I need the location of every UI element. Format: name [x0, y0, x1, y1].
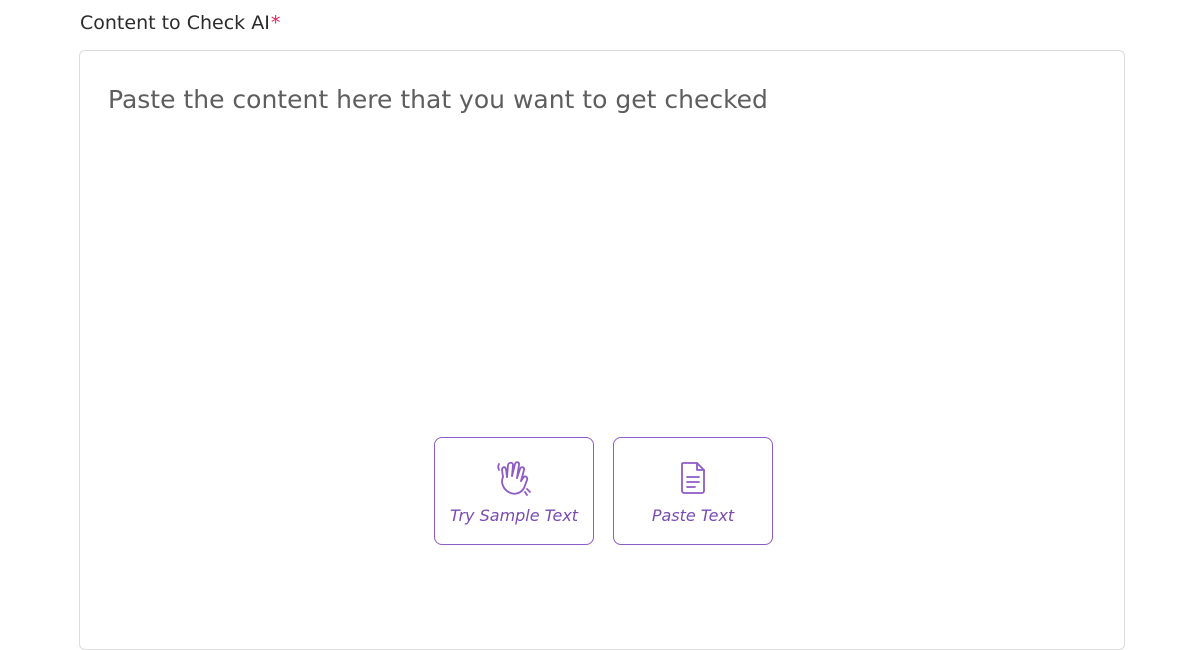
field-label-text: Content to Check AI	[80, 12, 270, 34]
content-box: Try Sample Text Paste Text	[79, 50, 1125, 650]
paste-text-button[interactable]: Paste Text	[613, 437, 773, 545]
try-sample-text-label: Try Sample Text	[449, 506, 579, 525]
content-field-label: Content to Check AI*	[80, 11, 280, 35]
document-icon	[681, 462, 705, 494]
paste-text-label: Paste Text	[651, 506, 735, 525]
required-marker: *	[270, 12, 281, 34]
content-input[interactable]	[80, 51, 1124, 649]
try-sample-text-button[interactable]: Try Sample Text	[434, 437, 594, 545]
waving-hand-icon	[497, 461, 531, 496]
